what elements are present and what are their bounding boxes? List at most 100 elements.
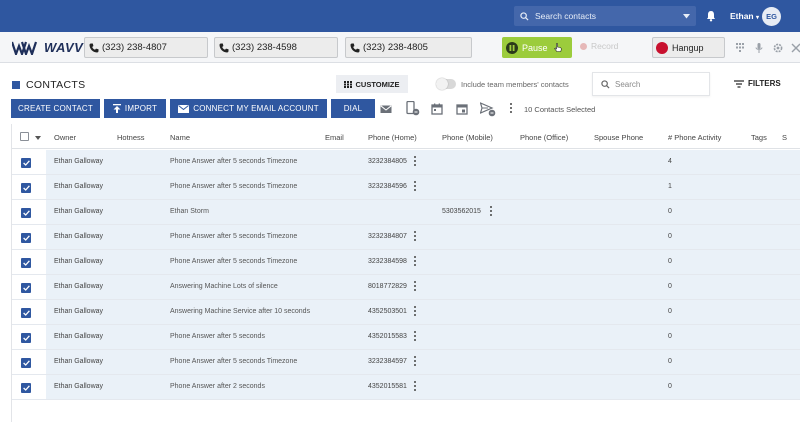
phone-home-menu-icon[interactable] xyxy=(414,356,417,368)
cell-phone-home[interactable]: 4352503501 xyxy=(368,308,407,315)
column-phone-home[interactable]: Phone (Home) xyxy=(368,133,417,142)
connect-email-button[interactable]: CONNECT MY EMAIL ACCOUNT xyxy=(170,99,327,118)
gear-icon[interactable] xyxy=(772,42,784,54)
cell-phone-home[interactable]: 4352015581 xyxy=(368,383,407,390)
phone-home-menu-icon[interactable] xyxy=(414,156,417,168)
row-highlight xyxy=(46,350,800,374)
phone-home-menu-icon[interactable] xyxy=(414,181,417,193)
cell-name[interactable]: Phone Answer after 5 seconds Timezone xyxy=(170,258,297,265)
table-row[interactable]: Ethan Galloway Phone Answer after 5 secon… xyxy=(12,175,800,200)
filters-button[interactable]: FILTERS xyxy=(734,79,781,88)
line-button-3[interactable]: (323) 238-4805 xyxy=(345,37,472,58)
import-button[interactable]: IMPORT xyxy=(104,99,166,118)
table-row[interactable]: Ethan Galloway Phone Answer after 5 secon… xyxy=(12,250,800,275)
row-checkbox[interactable] xyxy=(21,333,31,343)
phone-home-menu-icon[interactable] xyxy=(414,331,417,343)
row-checkbox[interactable] xyxy=(21,308,31,318)
column-phone-office[interactable]: Phone (Office) xyxy=(520,133,568,142)
table-row[interactable]: Ethan Galloway Answering Machine Lots of … xyxy=(12,275,800,300)
row-checkbox[interactable] xyxy=(21,283,31,293)
column-name[interactable]: Name xyxy=(170,133,190,142)
column-s[interactable]: S xyxy=(782,133,787,142)
mobile-remove-icon[interactable] xyxy=(406,101,420,116)
cell-phone-home[interactable]: 4352015583 xyxy=(368,333,407,340)
record-button[interactable]: Record xyxy=(580,41,618,51)
column-phone-mobile[interactable]: Phone (Mobile) xyxy=(442,133,493,142)
phone-home-menu-icon[interactable] xyxy=(414,231,417,243)
calendar-icon[interactable] xyxy=(431,103,443,115)
column-spouse-phone[interactable]: Spouse Phone xyxy=(594,133,643,142)
row-checkbox[interactable] xyxy=(21,183,31,193)
cell-name[interactable]: Answering Machine Service after 10 secon… xyxy=(170,308,310,315)
phone-home-menu-icon[interactable] xyxy=(414,256,417,268)
customize-button[interactable]: CUSTOMIZE xyxy=(336,75,408,93)
cell-phone-home[interactable]: 3232384598 xyxy=(368,258,407,265)
column-tags[interactable]: Tags xyxy=(751,133,767,142)
table-row[interactable]: Ethan Galloway Phone Answer after 2 secon… xyxy=(12,375,800,400)
search-contacts-input[interactable]: Search contacts xyxy=(514,6,696,26)
table-row[interactable]: Ethan Galloway Phone Answer after 5 secon… xyxy=(12,150,800,175)
contacts-search-input[interactable]: Search xyxy=(592,72,710,96)
chevron-down-icon[interactable] xyxy=(683,13,690,19)
cell-name[interactable]: Phone Answer after 5 seconds Timezone xyxy=(170,358,297,365)
dial-button[interactable]: DIAL xyxy=(331,99,375,118)
cell-name[interactable]: Phone Answer after 5 seconds xyxy=(170,333,265,340)
row-checkbox[interactable] xyxy=(21,258,31,268)
avatar[interactable]: EG xyxy=(762,7,781,26)
select-menu-caret-icon[interactable] xyxy=(35,136,41,140)
dialpad-icon[interactable] xyxy=(734,42,746,54)
cell-name[interactable]: Phone Answer after 5 seconds Timezone xyxy=(170,158,297,165)
create-contact-button[interactable]: CREATE CONTACT xyxy=(11,99,100,118)
checkmark-icon xyxy=(22,285,30,291)
cell-name[interactable]: Phone Answer after 5 seconds Timezone xyxy=(170,183,297,190)
table-row[interactable]: Ethan Galloway Answering Machine Service … xyxy=(12,300,800,325)
line-button-1[interactable]: (323) 238-4807 xyxy=(84,37,208,58)
cell-phone-activity: 1 xyxy=(668,183,672,190)
phone-home-menu-icon[interactable] xyxy=(414,306,417,318)
line-button-2[interactable]: (323) 238-4598 xyxy=(214,37,338,58)
phone-home-menu-icon[interactable] xyxy=(414,281,417,293)
filter-lines-icon xyxy=(734,79,744,88)
microphone-icon[interactable] xyxy=(753,42,765,54)
cell-name[interactable]: Phone Answer after 2 seconds xyxy=(170,383,265,390)
cell-owner: Ethan Galloway xyxy=(54,308,104,315)
cell-phone-mobile[interactable]: 5303562015 xyxy=(442,208,481,215)
user-menu[interactable]: Ethan ▾ xyxy=(730,11,759,21)
email-icon[interactable] xyxy=(380,103,392,115)
phone-icon xyxy=(89,43,99,52)
pause-button[interactable]: Pause xyxy=(502,37,572,58)
column-owner[interactable]: Owner xyxy=(54,133,76,142)
cell-name[interactable]: Ethan Storm xyxy=(170,208,209,215)
hangup-button[interactable]: Hangup xyxy=(652,37,725,58)
table-row[interactable]: Ethan Galloway Ethan Storm 5303562015 0 xyxy=(12,200,800,225)
table-row[interactable]: Ethan Galloway Phone Answer after 5 secon… xyxy=(12,225,800,250)
table-row[interactable]: Ethan Galloway Phone Answer after 5 secon… xyxy=(12,350,800,375)
wavv-logo-mark-icon xyxy=(12,41,38,55)
column-phone-activity[interactable]: # Phone Activity xyxy=(668,133,721,142)
row-checkbox[interactable] xyxy=(21,208,31,218)
row-checkbox[interactable] xyxy=(21,383,31,393)
cell-phone-home[interactable]: 3232384596 xyxy=(368,183,407,190)
phone-mobile-menu-icon[interactable] xyxy=(490,206,493,218)
close-icon[interactable] xyxy=(790,42,800,54)
cell-name[interactable]: Phone Answer after 5 seconds Timezone xyxy=(170,233,297,240)
phone-home-menu-icon[interactable] xyxy=(414,381,417,393)
column-hotness[interactable]: Hotness xyxy=(117,133,145,142)
cell-name[interactable]: Answering Machine Lots of silence xyxy=(170,283,278,290)
row-checkbox[interactable] xyxy=(21,158,31,168)
select-all-checkbox[interactable] xyxy=(20,132,29,141)
cell-phone-home[interactable]: 8018772829 xyxy=(368,283,407,290)
team-contacts-toggle[interactable] xyxy=(436,78,456,90)
cell-owner: Ethan Galloway xyxy=(54,158,104,165)
cell-phone-home[interactable]: 3232384807 xyxy=(368,233,407,240)
more-actions-icon[interactable] xyxy=(510,103,513,115)
column-email[interactable]: Email xyxy=(325,133,344,142)
row-checkbox[interactable] xyxy=(21,358,31,368)
row-checkbox[interactable] xyxy=(21,233,31,243)
table-row[interactable]: Ethan Galloway Phone Answer after 5 secon… xyxy=(12,325,800,350)
calendar-event-icon[interactable] xyxy=(456,103,468,115)
bell-icon[interactable] xyxy=(705,10,717,22)
cell-phone-home[interactable]: 3232384805 xyxy=(368,158,407,165)
send-remove-icon[interactable] xyxy=(480,102,496,117)
cell-phone-home[interactable]: 3232384597 xyxy=(368,358,407,365)
